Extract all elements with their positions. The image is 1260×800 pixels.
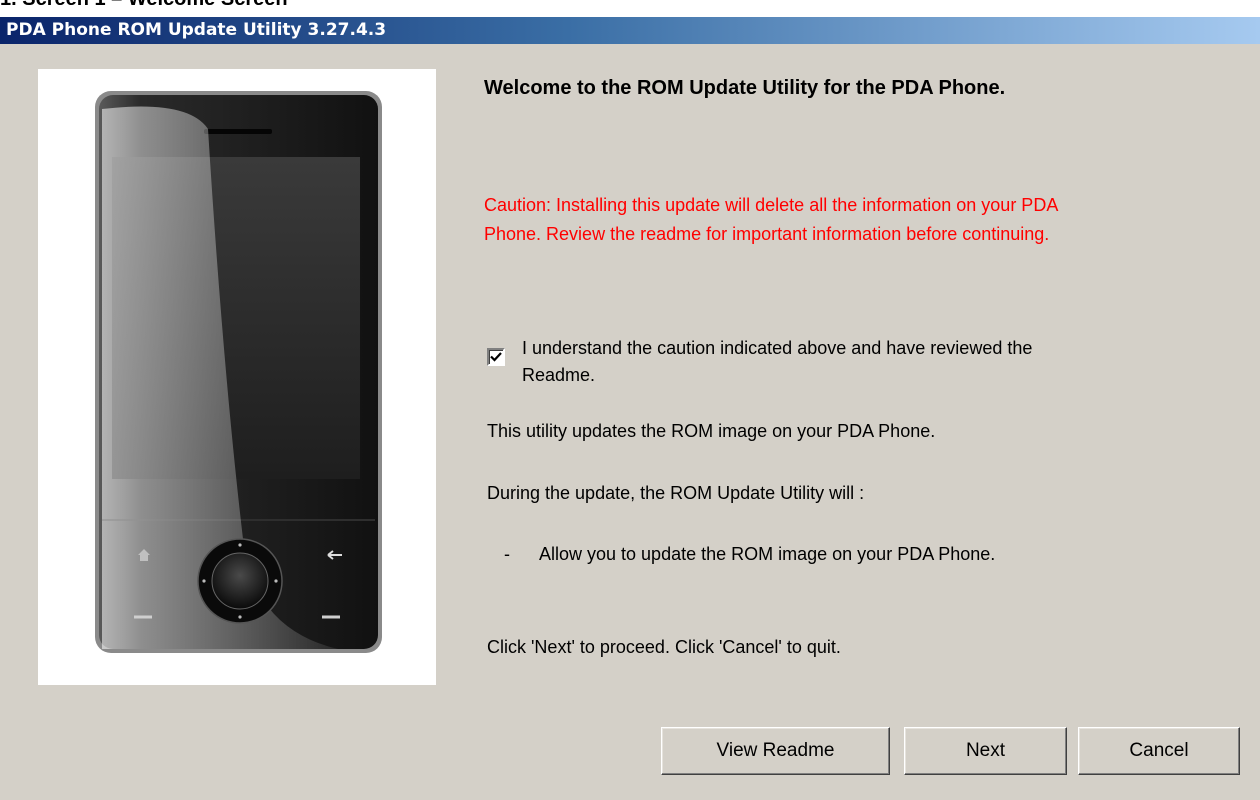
acknowledge-checkbox-label[interactable]: I understand the caution indicated above… bbox=[522, 335, 1222, 389]
description-text: This utility updates the ROM image on yo… bbox=[487, 421, 936, 441]
during-update-text: During the update, the ROM Update Utilit… bbox=[487, 483, 865, 503]
device-image-panel bbox=[38, 69, 436, 685]
view-readme-button[interactable]: View Readme bbox=[661, 727, 890, 775]
caution-line-1: Caution: Installing this update will del… bbox=[484, 195, 1059, 215]
acknowledge-label-line-1: I understand the caution indicated above… bbox=[522, 338, 1033, 358]
acknowledge-label-line-2: Readme. bbox=[522, 365, 596, 385]
caution-message: Caution: Installing this update will del… bbox=[484, 191, 1234, 249]
checkmark-icon bbox=[490, 352, 502, 362]
cancel-button[interactable]: Cancel bbox=[1078, 727, 1240, 775]
bullet-marker: - bbox=[504, 544, 510, 564]
welcome-heading: Welcome to the ROM Update Utility for th… bbox=[484, 77, 1006, 99]
title-bar[interactable]: PDA Phone ROM Update Utility 3.27.4.3 bbox=[0, 17, 1260, 44]
caution-line-2: Phone. Review the readme for important i… bbox=[484, 224, 1050, 244]
rom-update-window: PDA Phone ROM Update Utility 3.27.4.3 We… bbox=[0, 17, 1260, 800]
next-button[interactable]: Next bbox=[904, 727, 1067, 775]
acknowledge-checkbox[interactable] bbox=[487, 348, 505, 366]
document-heading: 1. Screen 1 – Welcome Screen bbox=[0, 0, 288, 12]
instructions-text: Click 'Next' to proceed. Click 'Cancel' … bbox=[487, 637, 841, 657]
window-title: PDA Phone ROM Update Utility 3.27.4.3 bbox=[6, 20, 387, 40]
pda-phone-icon bbox=[95, 91, 382, 653]
bullet-item: Allow you to update the ROM image on you… bbox=[539, 544, 996, 564]
